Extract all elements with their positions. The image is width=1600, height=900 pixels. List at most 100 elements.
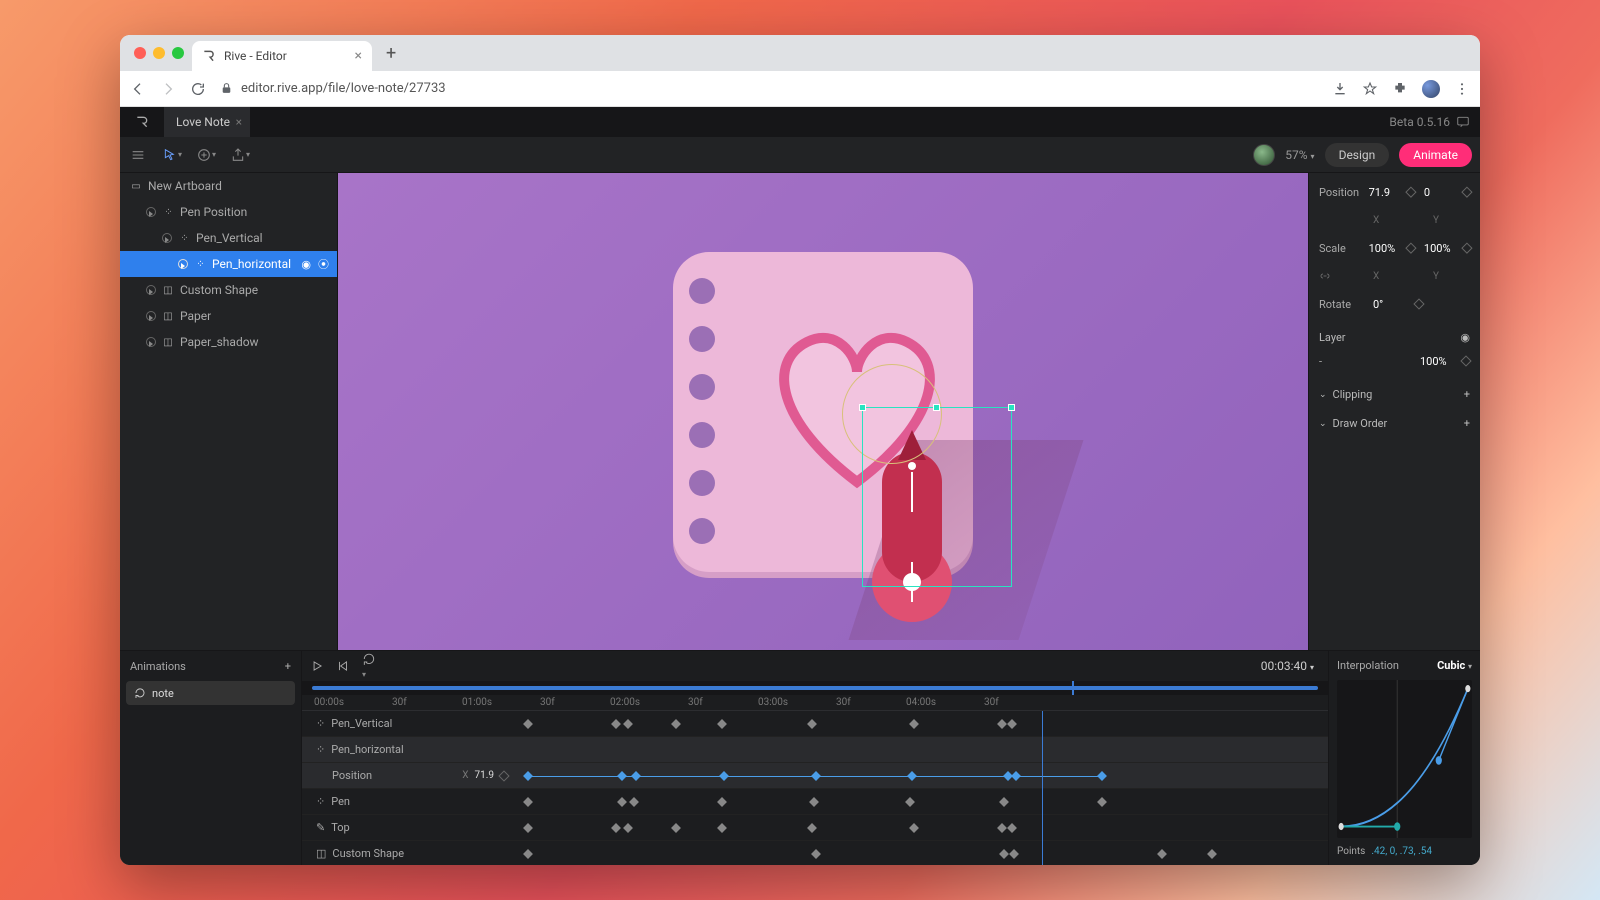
feedback-icon[interactable]	[1456, 115, 1470, 129]
keyframe-icon[interactable]	[1413, 298, 1424, 309]
export-tool-icon[interactable]: ▾	[230, 145, 250, 165]
animate-mode-button[interactable]: Animate	[1399, 143, 1472, 167]
design-mode-button[interactable]: Design	[1325, 143, 1390, 167]
playhead[interactable]	[1042, 711, 1043, 865]
scale-label: Scale	[1319, 242, 1369, 255]
group-icon: ⁘	[162, 206, 174, 218]
tree-item-paper[interactable]: ◫ Paper	[120, 303, 337, 329]
visibility-icon[interactable]: ◉	[301, 258, 311, 271]
play-icon[interactable]	[310, 659, 324, 673]
visibility-icon[interactable]: ◉	[1460, 331, 1470, 344]
version-label: Beta 0.5.16	[1389, 115, 1450, 129]
tree-item-custom-shape[interactable]: ◫ Custom Shape	[120, 277, 337, 303]
tree-item-pen-horizontal[interactable]: ⁘ Pen_horizontal ⦿ ◉	[120, 251, 337, 277]
shape-icon: ◫	[162, 284, 174, 296]
to-start-icon[interactable]	[336, 659, 350, 673]
rotate-field[interactable]: 0°	[1373, 298, 1415, 311]
track-pen-vertical[interactable]: ⁘Pen_Vertical	[302, 711, 1328, 737]
browser-tab[interactable]: Rive - Editor ×	[192, 41, 372, 71]
close-tab-icon[interactable]: ×	[355, 48, 362, 64]
install-icon[interactable]	[1332, 81, 1348, 97]
clipping-section[interactable]: ⌄Clipping +	[1319, 388, 1470, 401]
add-icon[interactable]: +	[1464, 388, 1470, 401]
interpolation-type-dropdown[interactable]: Cubic ▾	[1437, 659, 1472, 672]
star-icon[interactable]	[1362, 81, 1378, 97]
close-file-icon[interactable]: ×	[236, 115, 242, 129]
rive-logo-icon[interactable]	[120, 114, 164, 130]
file-tab[interactable]: Love Note ×	[164, 107, 250, 137]
opacity-field[interactable]: 100%	[1420, 355, 1462, 368]
tree-item-pen-position[interactable]: ⁘ Pen Position	[120, 199, 337, 225]
curve-editor[interactable]	[1337, 680, 1472, 838]
points-value[interactable]: .42, 0, .73, .54	[1371, 846, 1432, 857]
track-pen-horizontal[interactable]: ⁘Pen_horizontal	[302, 737, 1328, 763]
scrubber[interactable]	[302, 681, 1328, 695]
address-bar: editor.rive.app/file/love-note/27733	[120, 71, 1480, 107]
position-row: Position 71.9 0	[1319, 181, 1470, 203]
track-custom-shape[interactable]: ◫Custom Shape	[302, 841, 1328, 865]
link-scale-icon[interactable]	[1319, 270, 1373, 282]
file-name: Love Note	[176, 115, 230, 129]
draw-order-section[interactable]: ⌄Draw Order +	[1319, 417, 1470, 430]
new-tab-button[interactable]: +	[380, 43, 402, 64]
scale-x-field[interactable]: 100%	[1369, 242, 1408, 255]
track-pen[interactable]: ⁘Pen	[302, 789, 1328, 815]
user-avatar-icon[interactable]	[1253, 144, 1275, 166]
artboard-icon: ▭	[130, 180, 142, 192]
scale-row: Scale 100% 100%	[1319, 237, 1470, 259]
rotate-label: Rotate	[1319, 298, 1373, 311]
close-window-icon[interactable]	[134, 47, 146, 59]
current-time[interactable]: 00:03:40 ▾	[1261, 659, 1314, 673]
x-axis-label: X	[1373, 215, 1415, 226]
loop-mode-icon[interactable]: ▾	[362, 652, 376, 680]
tree-item-pen-vertical[interactable]: ⁘ Pen_Vertical	[120, 225, 337, 251]
back-icon[interactable]	[130, 81, 146, 97]
tree-item-paper-shadow[interactable]: ◫ Paper_shadow	[120, 329, 337, 355]
minimize-window-icon[interactable]	[153, 47, 165, 59]
new-artboard-label: New Artboard	[148, 179, 222, 193]
extensions-icon[interactable]	[1392, 81, 1408, 97]
position-x-value[interactable]: 71.9	[475, 770, 495, 781]
add-animation-icon[interactable]: +	[285, 660, 291, 673]
target-icon[interactable]: ⦿	[318, 256, 329, 272]
position-x-field[interactable]: 71.9	[1369, 186, 1408, 199]
maximize-window-icon[interactable]	[172, 47, 184, 59]
expand-icon[interactable]	[146, 311, 156, 321]
zoom-level[interactable]: 57% ▾	[1285, 148, 1314, 162]
expand-icon[interactable]	[146, 337, 156, 347]
arrow-tool-icon[interactable]: ▾	[162, 145, 182, 165]
new-artboard-row[interactable]: ▭ New Artboard	[120, 173, 337, 199]
reload-icon[interactable]	[190, 81, 206, 97]
expand-icon[interactable]	[178, 259, 188, 269]
browser-window: Rive - Editor × + editor.rive.app/file/l…	[120, 35, 1480, 865]
draw-order-label: Draw Order	[1333, 417, 1388, 430]
expand-icon[interactable]	[146, 207, 156, 217]
add-tool-icon[interactable]: ▾	[196, 145, 216, 165]
keyframe-icon[interactable]	[1460, 355, 1471, 366]
menu-toggle-icon[interactable]	[128, 145, 148, 165]
profile-avatar-icon[interactable]	[1422, 80, 1440, 98]
hierarchy-panel: ▭ New Artboard ⁘ Pen Position ⁘ Pen_Vert…	[120, 173, 338, 650]
scale-y-field[interactable]: 100%	[1424, 242, 1463, 255]
position-y-field[interactable]: 0	[1424, 186, 1463, 199]
tracks: ⁘Pen_Vertical ⁘Pen_horizontal Position X…	[302, 711, 1328, 865]
canvas[interactable]	[338, 173, 1308, 650]
timeline-main: ▾ 00:03:40 ▾ 00:00s 30f 01:00s 30f 02:00…	[302, 651, 1328, 865]
url-field[interactable]: editor.rive.app/file/love-note/27733	[220, 81, 1318, 96]
expand-icon[interactable]	[162, 233, 172, 243]
main-area: ▭ New Artboard ⁘ Pen Position ⁘ Pen_Vert…	[120, 173, 1480, 650]
add-icon[interactable]: +	[1464, 417, 1470, 430]
animation-item[interactable]: note	[126, 681, 295, 705]
selection-box[interactable]	[862, 407, 1012, 587]
time-ruler[interactable]: 00:00s 30f 01:00s 30f 02:00s 30f 03:00s …	[302, 695, 1328, 711]
expand-icon[interactable]	[146, 285, 156, 295]
toolbar: ▾ ▾ ▾ 57% ▾ Design Animate	[120, 137, 1480, 173]
track-top[interactable]: ✎Top	[302, 815, 1328, 841]
lock-icon	[220, 82, 233, 95]
forward-icon[interactable]	[160, 81, 176, 97]
track-position[interactable]: Position X71.9	[302, 763, 1328, 789]
interpolation-panel: Interpolation Cubic ▾	[1328, 651, 1480, 865]
window-controls[interactable]	[134, 47, 184, 59]
menu-icon[interactable]	[1454, 81, 1470, 97]
keyframe-icon[interactable]	[498, 770, 509, 781]
